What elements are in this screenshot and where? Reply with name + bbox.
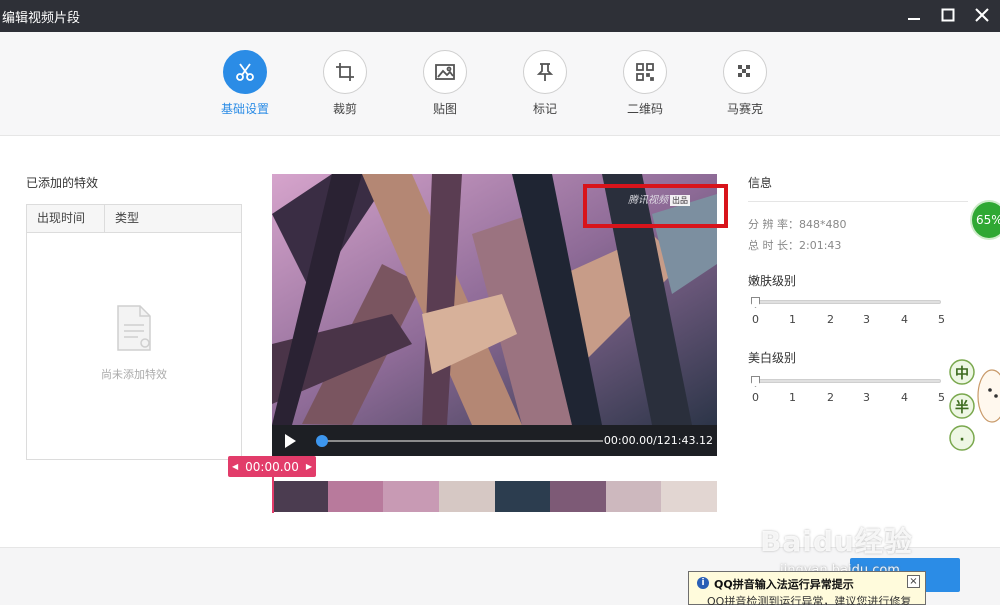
info-icon: i — [697, 577, 709, 589]
crop-icon — [336, 63, 354, 81]
close-icon — [975, 8, 989, 22]
thumbnail — [550, 481, 606, 512]
tab-basic-settings[interactable]: 基础设置 — [200, 50, 290, 117]
progress-knob[interactable] — [316, 435, 328, 447]
timecode: 00:00.00/121:43.12 — [603, 434, 713, 447]
toolbar: 基础设置 裁剪 贴图 标记 二维码 马赛克 — [0, 32, 1000, 136]
play-icon[interactable] — [282, 433, 298, 449]
tab-label: 二维码 — [626, 102, 663, 116]
whiten-level-handle[interactable] — [751, 376, 760, 387]
mosaic-icon — [738, 65, 750, 77]
effects-empty-text: 尚未添加特效 — [101, 368, 167, 381]
thumbnail — [438, 481, 495, 512]
whiten-level-label: 美白级别 — [748, 351, 797, 365]
ime-error-popup: i QQ拼音输入法运行异常提示 × QQ拼音检测到运行异常，建议您进行修复 — [688, 571, 926, 605]
tab-label: 马赛克 — [726, 102, 763, 116]
skin-level-slider[interactable] — [755, 300, 941, 304]
skin-level-scale: 0 1 2 3 4 5 — [752, 313, 945, 326]
tab-sticker[interactable]: 贴图 — [400, 50, 490, 117]
qrcode-icon — [636, 63, 654, 81]
svg-text:中: 中 — [955, 365, 969, 382]
tab-qrcode[interactable]: 二维码 — [600, 50, 690, 117]
close-button[interactable] — [970, 4, 994, 26]
tab-label: 标记 — [532, 102, 557, 116]
speed-badge[interactable]: 65% — [970, 200, 1000, 240]
column-header-type: 类型 — [115, 211, 140, 225]
svg-text:·: · — [959, 432, 964, 448]
progress-track[interactable] — [318, 440, 603, 442]
title-bar: 编辑视频片段 — [0, 0, 1000, 32]
thumbnail — [327, 481, 384, 512]
tab-label: 基础设置 — [220, 102, 269, 116]
effects-empty-state: 尚未添加特效 — [27, 303, 241, 382]
popup-title: QQ拼音输入法运行异常提示 — [714, 578, 854, 591]
arrow-left-icon[interactable]: ◀ — [232, 462, 238, 471]
effects-table-header: 出现时间 类型 — [27, 205, 241, 233]
tab-label: 贴图 — [432, 102, 457, 116]
maximize-button[interactable] — [936, 4, 960, 26]
tab-mosaic[interactable]: 马赛克 — [700, 50, 790, 117]
player-controls: 00:00.00/121:43.12 — [272, 425, 717, 456]
arrow-right-icon[interactable]: ▶ — [306, 462, 312, 471]
thumbnail — [661, 481, 717, 512]
duration-row: 总 时 长：2:01:43 — [748, 239, 842, 252]
column-header-time: 出现时间 — [27, 205, 105, 232]
resolution-row: 分 辨 率：848*480 — [748, 218, 847, 231]
minimize-button[interactable] — [902, 4, 926, 26]
tab-label: 裁剪 — [332, 102, 357, 116]
popup-close-button[interactable]: × — [907, 575, 920, 588]
ime-mascot-icon[interactable]: 中 半 · — [946, 352, 1000, 456]
scissors-icon — [236, 63, 254, 81]
effects-table: 出现时间 类型 尚未添加特效 — [26, 204, 242, 460]
thumbnail — [605, 481, 662, 512]
document-icon — [117, 305, 151, 351]
info-title: 信息 — [748, 176, 773, 190]
window-title: 编辑视频片段 — [2, 11, 81, 26]
cursor-time: 00:00.00 — [245, 459, 299, 474]
popup-body: QQ拼音检测到运行异常，建议您进行修复 — [707, 595, 912, 605]
timeline-thumbnails[interactable] — [272, 481, 717, 512]
timeline-cursor-line — [272, 477, 274, 513]
timeline-cursor-tag[interactable]: ◀ 00:00.00 ▶ — [228, 456, 316, 477]
skin-level-label: 嫩肤级别 — [748, 274, 797, 288]
whiten-level-slider[interactable] — [755, 379, 941, 383]
tab-crop[interactable]: 裁剪 — [300, 50, 390, 117]
image-icon — [435, 64, 455, 80]
tab-mark[interactable]: 标记 — [500, 50, 590, 117]
skin-level-handle[interactable] — [751, 297, 760, 308]
info-divider — [748, 201, 968, 202]
minimize-icon — [908, 18, 920, 20]
effects-title: 已添加的特效 — [26, 176, 99, 190]
highlight-box — [583, 184, 728, 228]
pin-icon — [536, 63, 554, 81]
thumbnail — [383, 481, 439, 512]
whiten-level-scale: 0 1 2 3 4 5 — [752, 391, 945, 404]
baidu-watermark: Baidu经验 — [760, 525, 913, 558]
svg-text:半: 半 — [955, 399, 969, 416]
thumbnail — [272, 481, 328, 512]
thumbnail — [494, 481, 551, 512]
maximize-icon — [941, 8, 955, 22]
